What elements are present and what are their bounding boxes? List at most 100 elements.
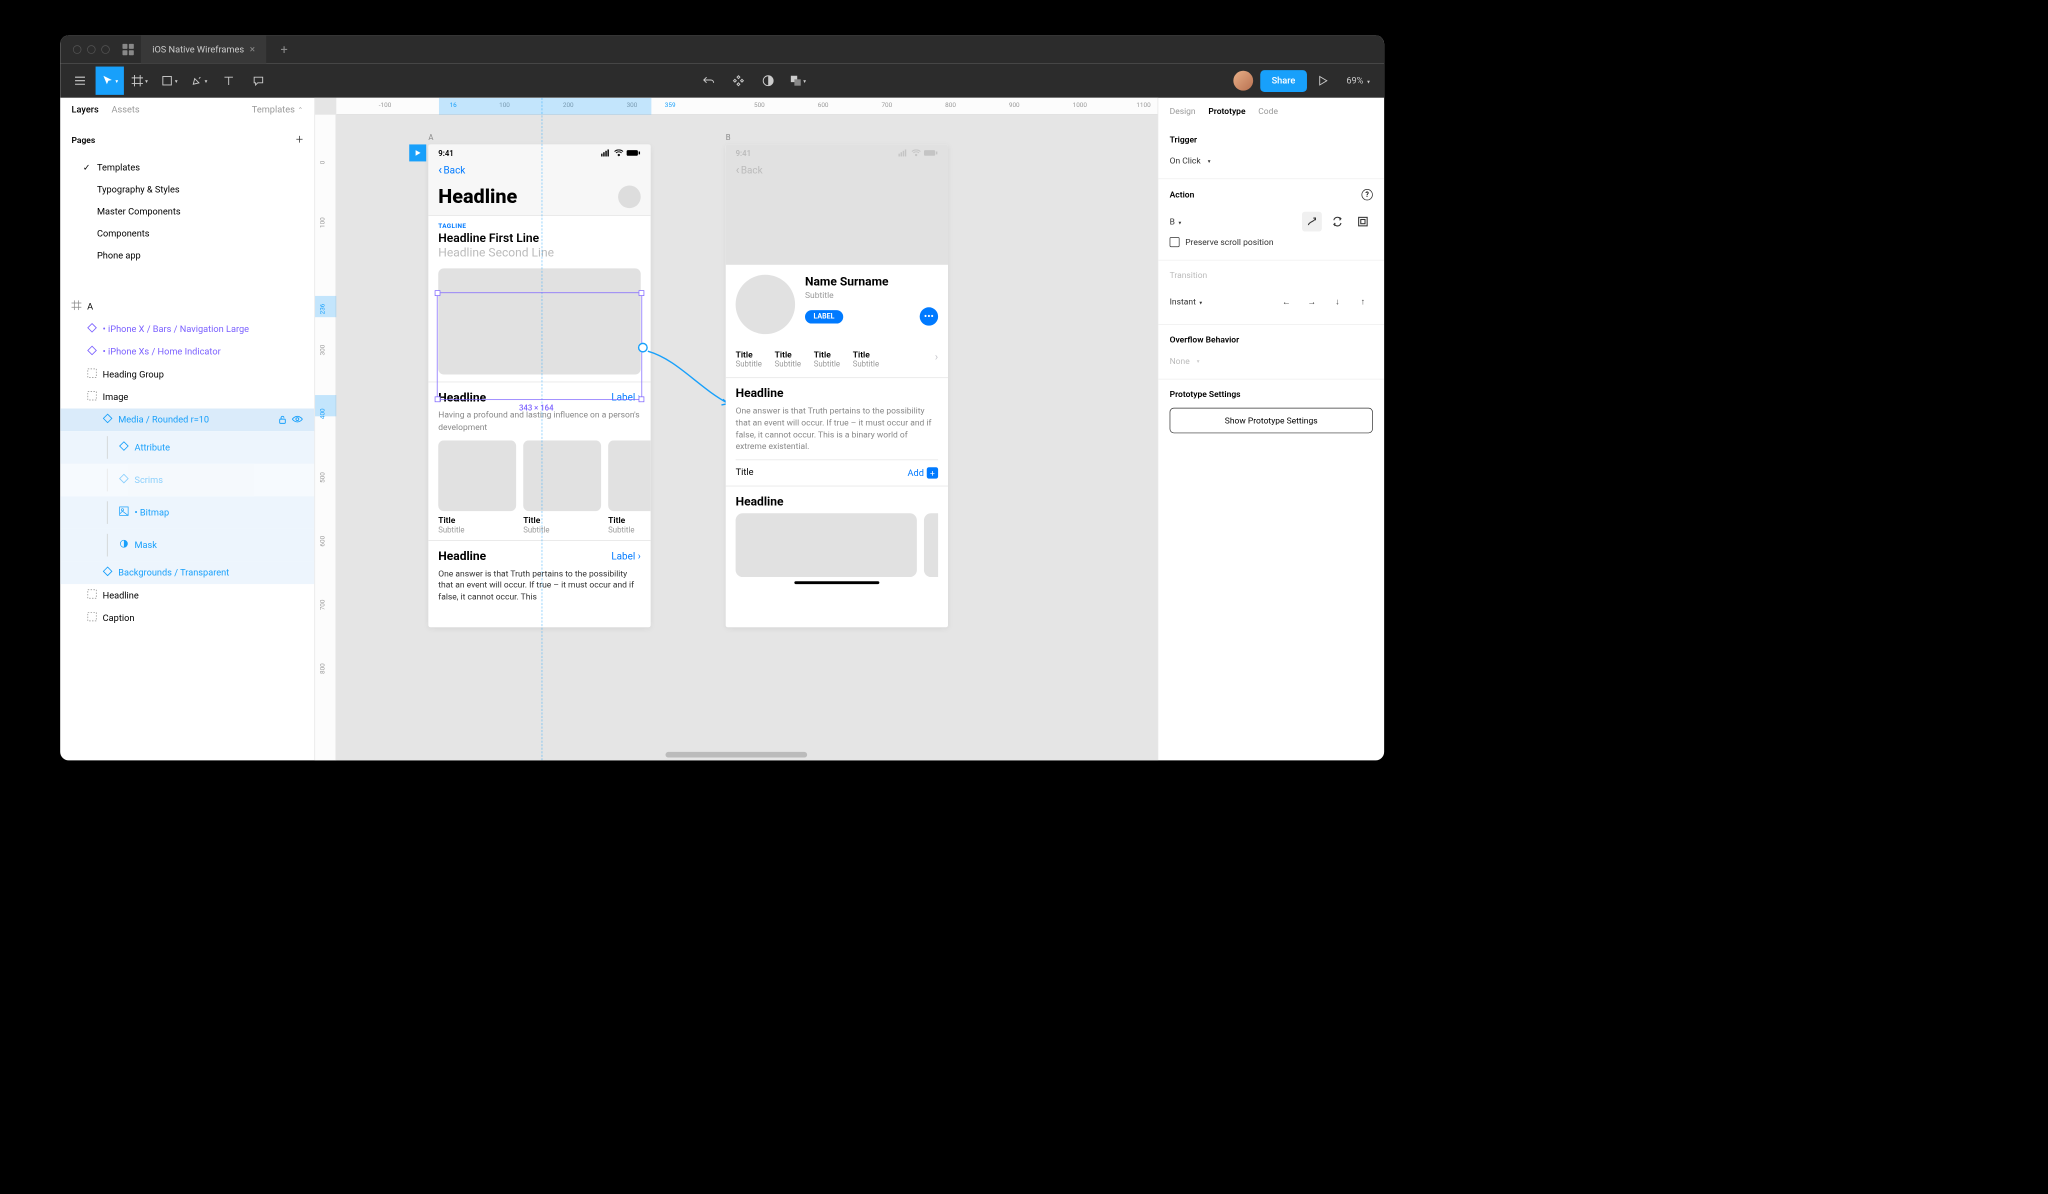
- hero-placeholder: 9:41 ‹Back: [726, 144, 948, 264]
- user-avatar[interactable]: [1233, 71, 1253, 91]
- overflow-select[interactable]: None▾: [1170, 353, 1373, 369]
- tab-code[interactable]: Code: [1258, 106, 1278, 116]
- action-target-select[interactable]: B ▾: [1170, 217, 1182, 227]
- add-button[interactable]: Add+: [908, 467, 939, 478]
- connection-node[interactable]: [638, 343, 648, 353]
- dimension-label: 343 × 164: [519, 404, 554, 413]
- label-link[interactable]: Label ›: [611, 392, 640, 403]
- card[interactable]: TitleSubtitle: [608, 440, 650, 534]
- label-link[interactable]: Label ›: [611, 551, 640, 562]
- comment-tool[interactable]: [244, 67, 272, 95]
- headline-second: Headline Second Line: [428, 246, 650, 266]
- frame-b[interactable]: 9:41 ‹Back Name Surname Subtitle LABEL: [726, 144, 948, 627]
- page-item[interactable]: Typography & Styles: [60, 179, 314, 201]
- canvas[interactable]: 0100236300400500600700800 -1001610020030…: [315, 98, 1158, 761]
- undo-icon[interactable]: [694, 67, 722, 95]
- layer-item[interactable]: • iPhone Xs / Home Indicator: [60, 341, 314, 364]
- arrow-left-icon[interactable]: ←: [1277, 292, 1297, 312]
- layer-item[interactable]: Headline: [60, 584, 314, 607]
- avatar-placeholder: [618, 185, 641, 208]
- app-menu-icon[interactable]: [122, 44, 133, 55]
- frame-a[interactable]: 9:41 ‹Back Headline TAGLINE Headline Fir…: [428, 144, 650, 627]
- ruler-v-selection-2: [315, 395, 336, 416]
- card[interactable]: TitleSubtitle: [438, 440, 516, 534]
- frame-tool[interactable]: ▾: [125, 67, 153, 95]
- layer-item[interactable]: Scrims: [60, 464, 314, 497]
- right-tabs: Design Prototype Code: [1158, 98, 1384, 125]
- show-prototype-settings-button[interactable]: Show Prototype Settings: [1170, 408, 1373, 433]
- layer-item[interactable]: Backgrounds / Transparent: [60, 561, 314, 584]
- tab-templates[interactable]: Templates⌃: [252, 105, 303, 116]
- maximize-window-icon[interactable]: [101, 45, 109, 53]
- arrow-up-icon[interactable]: ↑: [1353, 292, 1373, 312]
- share-button[interactable]: Share: [1260, 70, 1306, 92]
- layer-item[interactable]: Media / Rounded r=10: [60, 409, 314, 432]
- left-panel: Layers Assets Templates⌃ Pages + ✓Templa…: [60, 98, 315, 761]
- arrow-right-icon[interactable]: →: [1302, 292, 1322, 312]
- text-tool[interactable]: [215, 67, 243, 95]
- prototype-start-badge[interactable]: [409, 144, 426, 161]
- layer-item[interactable]: Caption: [60, 607, 314, 630]
- boolean-icon[interactable]: ▾: [783, 67, 811, 95]
- ruler-v-selection-1: [315, 296, 336, 317]
- mask-icon[interactable]: [754, 67, 782, 95]
- navigate-icon[interactable]: [1302, 212, 1322, 232]
- transition-select[interactable]: Instant ▾: [1170, 297, 1203, 307]
- pen-tool[interactable]: ▾: [185, 67, 213, 95]
- page-item[interactable]: Phone app: [60, 245, 314, 267]
- ruler-vertical: 0100236300400500600700800: [315, 115, 336, 761]
- stat-columns: TitleSubtitle TitleSubtitle TitleSubtitl…: [726, 344, 948, 377]
- close-tab-icon[interactable]: ×: [250, 44, 255, 55]
- headline-large: Headline: [428, 185, 650, 215]
- pages-header: Pages +: [60, 122, 314, 157]
- big-card[interactable]: [736, 513, 917, 577]
- file-tab-title: iOS Native Wireframes: [152, 44, 244, 55]
- layer-item[interactable]: Attribute: [60, 431, 314, 464]
- components-icon[interactable]: [724, 67, 752, 95]
- present-icon[interactable]: [1308, 67, 1336, 95]
- wifi-icon: [614, 149, 624, 156]
- layer-item[interactable]: Image: [60, 386, 314, 409]
- arrow-down-icon[interactable]: ↓: [1328, 292, 1348, 312]
- file-tab[interactable]: iOS Native Wireframes ×: [141, 35, 266, 63]
- layer-item[interactable]: Mask: [60, 529, 314, 562]
- layers-list: A• iPhone X / Bars / Navigation Large• i…: [60, 295, 314, 629]
- preserve-scroll-checkbox[interactable]: Preserve scroll position: [1170, 234, 1373, 250]
- tab-assets[interactable]: Assets: [111, 105, 139, 116]
- more-button[interactable]: •••: [920, 307, 938, 325]
- tab-layers[interactable]: Layers: [72, 105, 99, 116]
- shape-tool[interactable]: ▾: [155, 67, 183, 95]
- page-item[interactable]: Master Components: [60, 201, 314, 223]
- layer-item[interactable]: • Bitmap: [60, 496, 314, 529]
- layer-item[interactable]: • iPhone X / Bars / Navigation Large: [60, 318, 314, 341]
- help-icon[interactable]: ?: [1361, 189, 1372, 200]
- label-pill[interactable]: LABEL: [805, 310, 843, 323]
- add-page-button[interactable]: +: [296, 132, 303, 147]
- move-tool[interactable]: ▾: [96, 67, 124, 95]
- frame-b-label[interactable]: B: [726, 133, 731, 142]
- swap-icon[interactable]: [1328, 212, 1348, 232]
- new-tab-button[interactable]: +: [281, 42, 288, 57]
- page-item[interactable]: Components: [60, 223, 314, 245]
- media-placeholder[interactable]: [438, 268, 640, 374]
- frame-a-label[interactable]: A: [428, 133, 433, 142]
- profile-avatar: [736, 275, 795, 334]
- overlay-icon[interactable]: [1353, 212, 1373, 232]
- traffic-lights: [73, 45, 110, 53]
- hamburger-menu-icon[interactable]: [66, 67, 94, 95]
- card-scroller[interactable]: TitleSubtitle TitleSubtitle TitleSubtitl…: [428, 440, 650, 540]
- canvas-scrollbar[interactable]: [666, 752, 808, 758]
- tab-design[interactable]: Design: [1170, 106, 1196, 116]
- pages-list: ✓TemplatesTypography & StylesMaster Comp…: [60, 157, 314, 267]
- back-button[interactable]: ‹Back: [438, 163, 640, 178]
- layer-item[interactable]: A: [60, 295, 314, 318]
- tab-prototype[interactable]: Prototype: [1208, 106, 1245, 116]
- minimize-window-icon[interactable]: [87, 45, 95, 53]
- trigger-select[interactable]: On Click▾: [1170, 153, 1373, 169]
- page-item[interactable]: ✓Templates: [60, 157, 314, 179]
- layer-item[interactable]: Heading Group: [60, 363, 314, 386]
- zoom-level[interactable]: 69% ▾: [1346, 75, 1370, 86]
- card[interactable]: TitleSubtitle: [523, 440, 601, 534]
- close-window-icon[interactable]: [73, 45, 81, 53]
- chevron-right-icon[interactable]: ›: [935, 350, 938, 369]
